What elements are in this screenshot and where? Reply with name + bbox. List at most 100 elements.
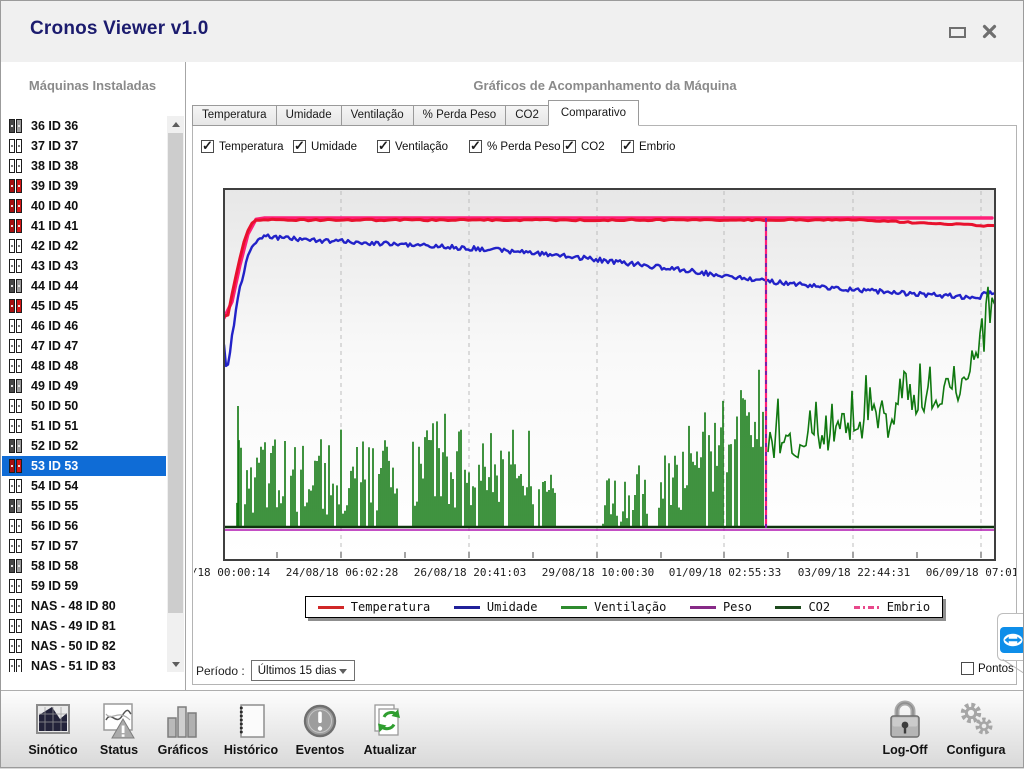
legend-item-umidade: Umidade xyxy=(454,600,538,614)
status-button[interactable]: Status xyxy=(86,695,152,765)
machine-list-item[interactable]: 42 ID 42 xyxy=(2,236,166,256)
machine-list-item[interactable]: 40 ID 40 xyxy=(2,196,166,216)
period-row: Período : Últimos 15 dias xyxy=(196,660,355,681)
machine-label: 40 ID 40 xyxy=(31,199,78,213)
eventos-button[interactable]: Eventos xyxy=(287,695,353,765)
machine-label: 37 ID 37 xyxy=(31,139,78,153)
series-checkbox-co2[interactable]: CO2 xyxy=(563,140,605,153)
machine-status-icon xyxy=(9,139,22,153)
legend-line-sample xyxy=(690,606,716,609)
window-title: Cronos Viewer v1.0 xyxy=(30,18,209,40)
series-checkbox-umidade[interactable]: Umidade xyxy=(293,140,357,153)
machine-list-item[interactable]: NAS - 49 ID 81 xyxy=(2,616,166,636)
machine-list-item[interactable]: NAS - 50 ID 82 xyxy=(2,636,166,656)
toolbar-button-label: Configura xyxy=(943,743,1009,757)
machine-list-item[interactable]: 44 ID 44 xyxy=(2,276,166,296)
configura-button[interactable]: Configura xyxy=(943,695,1009,765)
legend-line-sample xyxy=(775,606,801,609)
machine-list-item[interactable]: 39 ID 39 xyxy=(2,176,166,196)
machine-label: 41 ID 41 xyxy=(31,219,78,233)
machine-label: 52 ID 52 xyxy=(31,439,78,453)
x-tick-label: 22/08/18 00:00:14 xyxy=(194,566,270,579)
machine-list-item[interactable]: 36 ID 36 xyxy=(2,116,166,136)
machine-list-item[interactable]: 55 ID 55 xyxy=(2,496,166,516)
close-icon xyxy=(982,24,997,39)
sidebar-header: Máquinas Instaladas xyxy=(0,78,185,93)
tab--perda-peso[interactable]: % Perda Peso xyxy=(413,105,507,126)
checkbox[interactable] xyxy=(201,140,214,153)
scrollbar-thumb[interactable] xyxy=(168,133,183,613)
pontos-checkbox[interactable] xyxy=(961,662,974,675)
machine-status-icon xyxy=(9,299,22,313)
machine-list-item[interactable]: NAS - 51 ID 83 xyxy=(2,656,166,672)
sidebar: Máquinas Instaladas 36 ID 36 37 ID 37 38 I… xyxy=(0,62,186,690)
checkbox[interactable] xyxy=(563,140,576,153)
toolbar-button-label: Log-Off xyxy=(872,743,938,757)
legend-line-sample xyxy=(561,606,587,609)
checkbox[interactable] xyxy=(293,140,306,153)
minimize-button[interactable] xyxy=(946,24,968,40)
scroll-up-button[interactable] xyxy=(167,116,184,132)
machine-status-icon xyxy=(9,579,22,593)
machine-list-item[interactable]: 43 ID 43 xyxy=(2,256,166,276)
machine-list-item[interactable]: 51 ID 51 xyxy=(2,416,166,436)
toolbar-button-label: Eventos xyxy=(287,743,353,757)
series-checkbox-embrio[interactable]: Embrio xyxy=(621,140,675,153)
machine-status-icon xyxy=(9,499,22,513)
tab-ventila-o[interactable]: Ventilação xyxy=(341,105,414,126)
x-tick-label: 01/09/18 02:55:33 xyxy=(669,566,782,579)
comparative-chart[interactable] xyxy=(223,188,996,561)
machine-list-item[interactable]: 38 ID 38 xyxy=(2,156,166,176)
machine-status-icon xyxy=(9,239,22,253)
tab-umidade[interactable]: Umidade xyxy=(276,105,342,126)
checkbox-label: Embrio xyxy=(639,141,675,153)
scroll-down-button[interactable] xyxy=(167,656,184,672)
atualizar-icon xyxy=(367,701,413,741)
minimize-icon xyxy=(949,27,966,38)
series-checkbox-ventila-o[interactable]: Ventilação xyxy=(377,140,448,153)
series-checkbox--perda-peso[interactable]: % Perda Peso xyxy=(469,140,561,153)
sin-tico-button[interactable]: Sinótico xyxy=(20,695,86,765)
machine-list-item[interactable]: 59 ID 59 xyxy=(2,576,166,596)
machine-list-item[interactable]: 47 ID 47 xyxy=(2,336,166,356)
chevron-down-icon xyxy=(172,662,180,667)
checkbox[interactable] xyxy=(377,140,390,153)
machine-label: NAS - 48 ID 80 xyxy=(31,599,116,613)
machine-list-item[interactable]: 48 ID 48 xyxy=(2,356,166,376)
machine-list-item[interactable]: 50 ID 50 xyxy=(2,396,166,416)
period-dropdown[interactable]: Últimos 15 dias xyxy=(251,660,355,681)
machine-list-item[interactable]: 54 ID 54 xyxy=(2,476,166,496)
machine-list-item[interactable]: 45 ID 45 xyxy=(2,296,166,316)
x-axis-labels: 22/08/18 00:00:1424/08/18 06:02:2826/08/… xyxy=(194,566,1016,582)
machine-list-item[interactable]: 49 ID 49 xyxy=(2,376,166,396)
gr-ficos-button[interactable]: Gráficos xyxy=(150,695,216,765)
machine-list-item[interactable]: 57 ID 57 xyxy=(2,536,166,556)
machine-list-item[interactable]: 52 ID 52 xyxy=(2,436,166,456)
log-off-button[interactable]: Log-Off xyxy=(872,695,938,765)
pontos-checkbox-group[interactable]: Pontos xyxy=(961,662,1014,675)
machine-list-scrollbar[interactable] xyxy=(167,116,184,672)
machine-label: 47 ID 47 xyxy=(31,339,78,353)
atualizar-button[interactable]: Atualizar xyxy=(357,695,423,765)
remote-access-icon[interactable] xyxy=(1000,627,1024,653)
checkbox[interactable] xyxy=(469,140,482,153)
series-checkbox-temperatura[interactable]: Temperatura xyxy=(201,140,284,153)
machine-list-item[interactable]: 46 ID 46 xyxy=(2,316,166,336)
checkbox[interactable] xyxy=(621,140,634,153)
status-icon xyxy=(96,701,142,741)
tab-temperatura[interactable]: Temperatura xyxy=(192,105,277,126)
machine-list-item[interactable]: 37 ID 37 xyxy=(2,136,166,156)
close-button[interactable] xyxy=(978,21,1000,41)
machine-list-item[interactable]: 53 ID 53 xyxy=(2,456,166,476)
machine-status-icon xyxy=(9,219,22,233)
tab-comparativo[interactable]: Comparativo xyxy=(548,100,639,126)
eventos-icon xyxy=(297,701,343,741)
machine-list-item[interactable]: 58 ID 58 xyxy=(2,556,166,576)
tab-strip: TemperaturaUmidadeVentilação% Perda Peso… xyxy=(192,100,638,126)
tab-co2[interactable]: CO2 xyxy=(505,105,549,126)
machine-list-item[interactable]: 56 ID 56 xyxy=(2,516,166,536)
machine-label: 43 ID 43 xyxy=(31,259,78,273)
machine-list-item[interactable]: 41 ID 41 xyxy=(2,216,166,236)
hist-rico-button[interactable]: Histórico xyxy=(218,695,284,765)
machine-list-item[interactable]: NAS - 48 ID 80 xyxy=(2,596,166,616)
